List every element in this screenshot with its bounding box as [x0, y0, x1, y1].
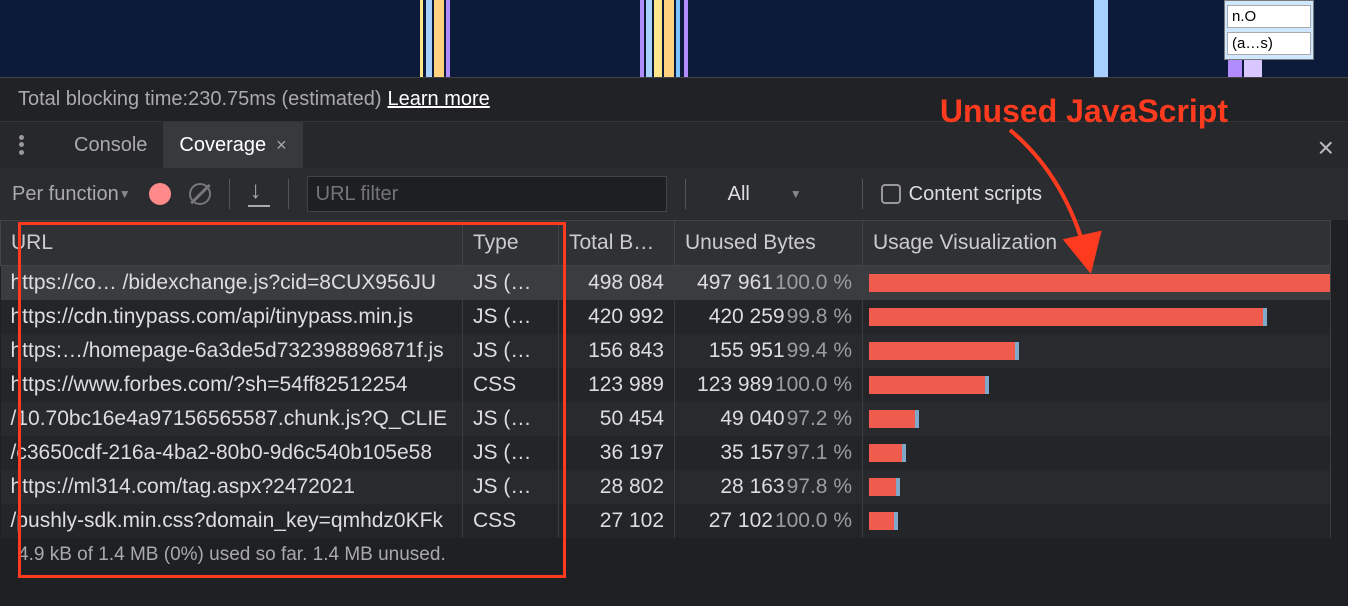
table-header-row: URL Type Total B… Unused Bytes Usage Vis… — [1, 221, 1331, 266]
coverage-toolbar: Per function All Content scripts — [0, 168, 1348, 220]
performance-timeline[interactable]: n.O (a…s) — [0, 0, 1348, 78]
cell-type: JS (… — [463, 266, 559, 301]
table-row[interactable]: https://ml314.com/tag.aspx?2472021JS (…2… — [1, 470, 1331, 504]
blocking-value: 230.75ms (estimated) — [188, 88, 381, 111]
table-row[interactable]: /10.70bc16e4a97156565587.chunk.js?Q_CLIE… — [1, 402, 1331, 436]
tab-coverage[interactable]: Coverage × — [163, 122, 302, 168]
timeline-task-box: n.O (a…s) — [1224, 0, 1314, 60]
cell-type: CSS — [463, 504, 559, 538]
table-row[interactable]: /c3650cdf-216a-4ba2-80b0-9d6c540b105e58J… — [1, 436, 1331, 470]
col-total[interactable]: Total B… — [559, 221, 675, 266]
cell-viz — [863, 266, 1331, 301]
cell-unused: 155 95199.4 % — [675, 334, 863, 368]
cell-total: 36 197 — [559, 436, 675, 470]
cell-total: 28 802 — [559, 470, 675, 504]
cell-type: JS (… — [463, 334, 559, 368]
cell-viz — [863, 470, 1331, 504]
drawer-tabs: Console Coverage × × — [0, 122, 1348, 168]
task-label-1: n.O — [1227, 5, 1311, 28]
cell-total: 50 454 — [559, 402, 675, 436]
cell-total: 498 084 — [559, 266, 675, 301]
table-row[interactable]: /pushly-sdk.min.css?domain_key=qmhdz0KFk… — [1, 504, 1331, 538]
cell-unused: 28 16397.8 % — [675, 470, 863, 504]
export-icon — [248, 183, 270, 205]
cell-viz — [863, 368, 1331, 402]
cell-unused: 123 989100.0 % — [675, 368, 863, 402]
coverage-table: URL Type Total B… Unused Bytes Usage Vis… — [0, 220, 1348, 538]
table-row[interactable]: https://cdn.tinypass.com/api/tinypass.mi… — [1, 300, 1331, 334]
url-filter-input[interactable] — [307, 176, 667, 212]
per-function-dropdown[interactable]: Per function — [12, 183, 131, 206]
tab-label: Coverage — [179, 134, 266, 157]
cell-unused: 35 15797.1 % — [675, 436, 863, 470]
col-viz[interactable]: Usage Visualization — [863, 221, 1331, 266]
table-row[interactable]: https://www.forbes.com/?sh=54ff82512254C… — [1, 368, 1331, 402]
cell-url: https://cdn.tinypass.com/api/tinypass.mi… — [1, 300, 463, 334]
cell-type: CSS — [463, 368, 559, 402]
cell-viz — [863, 402, 1331, 436]
clear-button[interactable] — [189, 183, 211, 205]
cell-total: 420 992 — [559, 300, 675, 334]
cell-url: /10.70bc16e4a97156565587.chunk.js?Q_CLIE — [1, 402, 463, 436]
cell-total: 123 989 — [559, 368, 675, 402]
cell-viz — [863, 504, 1331, 538]
export-button[interactable] — [248, 183, 270, 205]
checkbox-icon — [881, 184, 901, 204]
col-type[interactable]: Type — [463, 221, 559, 266]
drawer-menu-icon[interactable] — [10, 134, 32, 156]
cell-viz — [863, 300, 1331, 334]
cell-type: JS (… — [463, 402, 559, 436]
table-row[interactable]: https:…/homepage-6a3de5d732398896871f.js… — [1, 334, 1331, 368]
cell-url: https://www.forbes.com/?sh=54ff82512254 — [1, 368, 463, 402]
drawer-close-icon[interactable]: × — [1318, 132, 1334, 164]
col-unused[interactable]: Unused Bytes — [675, 221, 863, 266]
tab-label: Console — [74, 134, 147, 157]
col-url[interactable]: URL — [1, 221, 463, 266]
table-row[interactable]: https://co… /bidexchange.js?cid=8CUX956J… — [1, 266, 1331, 301]
clear-icon — [189, 183, 211, 205]
cell-unused: 27 102100.0 % — [675, 504, 863, 538]
blocking-prefix: Total blocking time: — [18, 88, 188, 111]
tab-console[interactable]: Console — [58, 122, 163, 168]
cell-type: JS (… — [463, 300, 559, 334]
status-bar: 4.9 kB of 1.4 MB (0%) used so far. 1.4 M… — [0, 538, 1348, 572]
type-filter-dropdown[interactable]: All — [704, 183, 844, 206]
cell-total: 27 102 — [559, 504, 675, 538]
close-icon[interactable]: × — [276, 135, 287, 156]
cell-viz — [863, 436, 1331, 470]
cell-url: https://co… /bidexchange.js?cid=8CUX956J… — [1, 266, 463, 301]
cell-unused: 497 961100.0 % — [675, 266, 863, 301]
blocking-time-bar: Total blocking time: 230.75ms (estimated… — [0, 78, 1348, 122]
cell-url: https://ml314.com/tag.aspx?2472021 — [1, 470, 463, 504]
cell-url: /pushly-sdk.min.css?domain_key=qmhdz0KFk — [1, 504, 463, 538]
learn-more-link[interactable]: Learn more — [388, 88, 490, 111]
cell-viz — [863, 334, 1331, 368]
record-button[interactable] — [149, 183, 171, 205]
cell-type: JS (… — [463, 470, 559, 504]
cell-total: 156 843 — [559, 334, 675, 368]
checkbox-label: Content scripts — [909, 183, 1042, 206]
content-scripts-checkbox[interactable]: Content scripts — [881, 183, 1042, 206]
cell-unused: 420 25999.8 % — [675, 300, 863, 334]
cell-url: /c3650cdf-216a-4ba2-80b0-9d6c540b105e58 — [1, 436, 463, 470]
cell-type: JS (… — [463, 436, 559, 470]
record-icon — [149, 183, 171, 205]
cell-url: https:…/homepage-6a3de5d732398896871f.js — [1, 334, 463, 368]
cell-unused: 49 04097.2 % — [675, 402, 863, 436]
task-label-2: (a…s) — [1227, 32, 1311, 55]
